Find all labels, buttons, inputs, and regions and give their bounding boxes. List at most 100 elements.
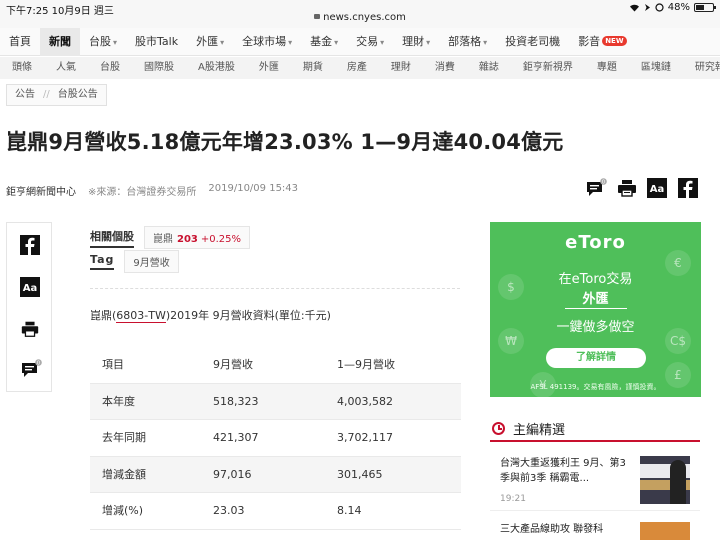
table-cell: 增減(%) — [102, 504, 144, 517]
related-stocks-label: 相關個股 — [90, 228, 134, 248]
status-right: 48% — [629, 2, 716, 13]
nav-item-8[interactable]: 理財 ▾ — [393, 28, 439, 56]
stock-change: +0.25% — [200, 234, 242, 245]
new-badge: NEW — [602, 36, 627, 46]
ad-learn-more-button[interactable]: 了解詳情 — [546, 348, 646, 368]
chevron-down-icon: ▾ — [380, 38, 385, 47]
nav-item-9[interactable]: 部落格 ▾ — [439, 28, 496, 56]
editor-pick-item[interactable]: 三大產品線助攻 聯發科 — [500, 522, 700, 540]
font-size-button[interactable]: Aa — [647, 178, 669, 198]
subnav-item-7[interactable]: 房產 — [335, 57, 379, 79]
print-button[interactable] — [616, 178, 638, 198]
chevron-down-icon: ▾ — [288, 38, 293, 47]
subnav-item-1[interactable]: 人氣 — [44, 57, 88, 79]
picks-divider — [490, 510, 700, 511]
subnav-item-14[interactable]: 研究報告NEW — [683, 57, 720, 79]
chevron-down-icon: ▾ — [113, 38, 118, 47]
subnav-item-13[interactable]: 區塊鏈 — [629, 57, 683, 79]
subnav-item-2[interactable]: 台股 — [88, 57, 132, 79]
breadcrumb-item-tw-announce[interactable]: 台股公告 — [50, 85, 106, 105]
revenue-table: 項目 9月營收 1—9月營收 本年度 518,323 4,003,582 去年同期 421,3… — [90, 347, 461, 530]
nav-item-5[interactable]: 全球市場 ▾ — [233, 28, 301, 56]
stock-code-link[interactable]: 6803-TW — [116, 309, 166, 323]
subnav-item-10[interactable]: 雜誌 — [467, 57, 511, 79]
clock-icon — [492, 421, 505, 435]
nav-item-label: 股市Talk — [135, 35, 179, 48]
nav-item-label: 影音 — [578, 35, 601, 48]
table-header-cell: 項目 — [102, 358, 124, 371]
facebook-icon — [678, 178, 698, 198]
nav-item-10[interactable]: 投資老司機 — [496, 28, 569, 56]
subnav-item-label: 專題 — [596, 62, 617, 73]
font-size-icon: Aa — [20, 277, 40, 297]
comment-button[interactable]: 0 — [585, 178, 607, 198]
lock-icon — [314, 14, 321, 19]
sidebar-facebook-button[interactable] — [20, 235, 40, 255]
editor-pick-item[interactable]: 台灣大重返獲利王 9月、第3季與前3季 稱霸電... 19:21 — [500, 456, 700, 507]
orientation-lock-icon — [655, 3, 664, 12]
table-header-cell: 9月營收 — [213, 358, 253, 371]
nav-item-label: 投資老司機 — [505, 35, 561, 48]
currency-symbol: C$ — [665, 328, 691, 354]
subnav-item-8[interactable]: 理財 — [379, 57, 423, 79]
nav-item-7[interactable]: 交易 ▾ — [347, 28, 393, 56]
editor-picks-header: 主編精選 — [490, 416, 700, 442]
nav-item-label: 基金 — [310, 35, 333, 48]
battery-percent: 48% — [667, 2, 690, 13]
intro-prefix: 崑鼎( — [90, 309, 117, 322]
subnav-item-11[interactable]: 鉅亨新視界 — [511, 57, 585, 79]
address-bar[interactable]: news.cnyes.com — [0, 12, 720, 23]
table-cell: 4,003,582 — [337, 394, 393, 408]
subnav-item-label: 期貨 — [302, 62, 323, 73]
nav-item-label: 台股 — [89, 35, 111, 48]
subnav-item-12[interactable]: 專題 — [585, 57, 629, 79]
editor-pick-title: 三大產品線助攻 聯發科 — [500, 524, 604, 535]
table-header-cell: 1—9月營收 — [337, 358, 395, 371]
nav-item-label: 新聞 — [49, 35, 71, 48]
subnav-item-6[interactable]: 期貨 — [291, 57, 335, 79]
svg-text:Aa: Aa — [23, 283, 38, 294]
breadcrumb: 公告 // 台股公告 — [6, 84, 107, 106]
article-actions: 0 Aa — [585, 178, 700, 198]
nav-item-4[interactable]: 外匯 ▾ — [187, 28, 233, 56]
subnav-item-label: 外匯 — [258, 62, 279, 73]
subnav-item-5[interactable]: 外匯 — [247, 57, 291, 79]
editor-pick-thumbnail — [640, 456, 690, 504]
subnav-item-label: 人氣 — [56, 62, 76, 73]
chevron-down-icon: ▾ — [220, 38, 225, 47]
subnav-item-4[interactable]: A股港股 — [186, 57, 247, 79]
nav-item-1[interactable]: 新聞 — [40, 28, 80, 56]
chevron-down-icon: ▾ — [426, 38, 431, 47]
subnav-item-3[interactable]: 國際股 — [132, 57, 186, 79]
article-intro: 崑鼎(6803-TW)2019年 9月營收資料(單位:千元) — [90, 307, 331, 323]
nav-item-6[interactable]: 基金 ▾ — [301, 28, 347, 56]
stock-chip[interactable]: 崑鼎 203 +0.25% — [144, 226, 251, 249]
article-source: ※來源：台灣證券交易所 — [88, 187, 197, 198]
facebook-share-button[interactable] — [678, 178, 700, 198]
nav-item-2[interactable]: 台股 ▾ — [80, 28, 126, 56]
subnav-item-label: 理財 — [390, 62, 411, 73]
etoro-ad[interactable]: eToro 在eToro交易 外匯 一鍵做多做空 了解詳情 AFSL 49113… — [490, 222, 701, 397]
article-author: 鉅亨網新聞中心 — [6, 187, 76, 198]
editor-picks-title: 主編精選 — [513, 422, 566, 438]
svg-text:Aa: Aa — [650, 184, 665, 195]
table-cell: 23.03 — [213, 504, 245, 517]
subnav-item-9[interactable]: 消費 — [423, 57, 467, 79]
sidebar-comment-button[interactable]: 0 — [20, 359, 42, 379]
currency-symbol: ₩ — [498, 328, 524, 354]
subnav-item-label: 區塊鏈 — [640, 62, 671, 73]
currency-symbol: ¥ — [530, 372, 556, 397]
subnav-item-0[interactable]: 頭條 — [0, 57, 44, 79]
table-cell: 增減金額 — [102, 467, 146, 481]
sidebar-font-size-button[interactable]: Aa — [20, 277, 40, 297]
font-size-icon: Aa — [647, 178, 667, 198]
subnav-item-label: 房產 — [346, 62, 367, 73]
nav-item-0[interactable]: 首頁 — [0, 28, 40, 56]
nav-item-3[interactable]: 股市Talk — [126, 28, 187, 56]
breadcrumb-item-announce[interactable]: 公告 — [7, 85, 43, 105]
nav-item-11[interactable]: 影音 NEW — [569, 28, 635, 56]
table-cell: 8.14 — [337, 504, 362, 517]
sidebar-print-button[interactable] — [20, 319, 40, 339]
tag-chip[interactable]: 9月營收 — [124, 250, 179, 273]
article-title: 崑鼎9月營收5.18億元年增23.03% 1—9月達40.04億元 — [6, 130, 564, 154]
